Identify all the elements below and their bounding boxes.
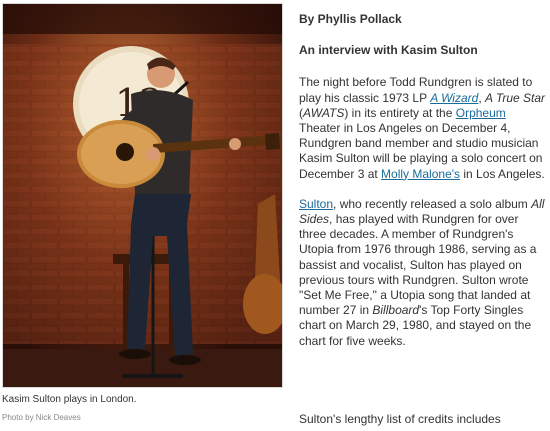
paragraph-3-partial: Sulton's lengthy list of credits include… — [299, 412, 501, 426]
photo-credit: Photo by Nick Deaves — [2, 413, 81, 422]
p1-text: ) in its entirety at the — [344, 105, 456, 120]
publication-billboard: Billboard — [372, 303, 420, 318]
link-a-wizard[interactable]: A Wizard — [430, 91, 478, 105]
article-subhead: An interview with Kasim Sulton — [299, 43, 478, 58]
link-sulton[interactable]: Sulton — [299, 197, 333, 211]
album-abbrev: AWATS — [303, 105, 345, 120]
paragraph-1: The night before Todd Rundgren is slated… — [299, 75, 545, 181]
article-body: By Phyllis Pollack An interview with Kas… — [299, 12, 545, 364]
p1-text: in Los Angeles. — [460, 166, 545, 181]
photo-caption: Kasim Sulton plays in London. — [2, 394, 137, 405]
album-title-true-star: A True Star — [484, 90, 546, 105]
link-molly-malones[interactable]: Molly Malone's — [381, 167, 460, 181]
link-orpheum[interactable]: Orpheum — [456, 106, 506, 120]
photo-figure: 12 — [0, 0, 286, 431]
paragraph-2: Sulton, who recently released a solo alb… — [299, 197, 545, 349]
article-photo: 12 — [2, 3, 283, 388]
p2-text: , has played with Rundgren for over thre… — [299, 212, 537, 318]
p1-text: , — [478, 90, 485, 105]
byline: By Phyllis Pollack — [299, 12, 402, 26]
p2-text: , who recently released a solo album — [333, 196, 532, 211]
photo-illustration: 12 — [3, 4, 282, 387]
